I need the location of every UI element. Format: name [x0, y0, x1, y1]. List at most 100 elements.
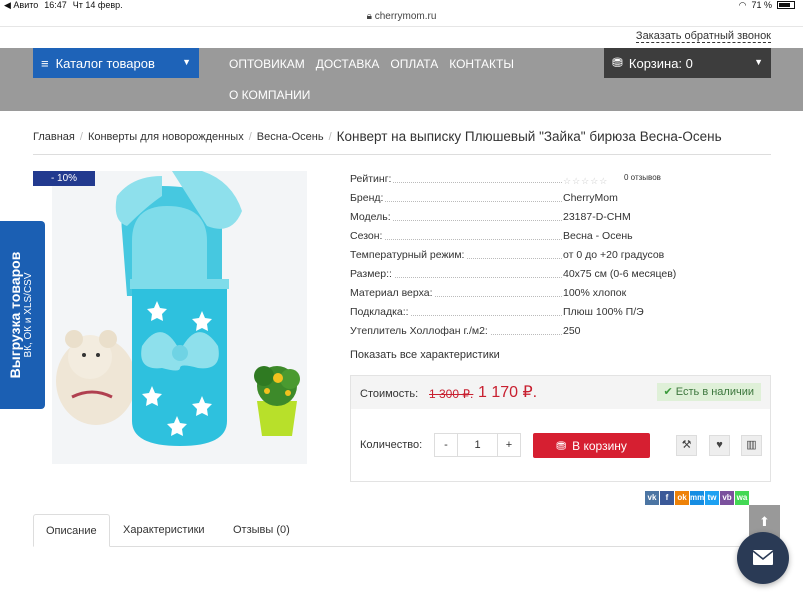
- back-to-app[interactable]: ◀ Авито: [4, 0, 38, 10]
- tab-reviews[interactable]: Отзывы (0): [221, 514, 302, 547]
- spec-key: Размер::: [350, 267, 394, 282]
- spec-list: Рейтинг: ☆☆☆☆☆ 0 отзывов Бренд: CherryMom…: [350, 172, 770, 343]
- product-illustration: [52, 171, 307, 464]
- vk-share-icon[interactable]: vk: [645, 491, 659, 505]
- spec-value: Плюш 100% П/Э: [563, 306, 644, 318]
- whatsapp-share-icon[interactable]: wa: [735, 491, 749, 505]
- arrow-up-icon: ⬆: [759, 514, 770, 529]
- callback-link[interactable]: Заказать обратный звонок: [635, 30, 771, 43]
- menu-icon: ≡: [41, 55, 49, 71]
- spec-key: Подкладка::: [350, 305, 411, 320]
- chevron-down-icon: ▼: [754, 57, 763, 67]
- spec-row: Бренд: CherryMom: [350, 191, 770, 210]
- spec-value: от 0 до +20 градусов: [563, 249, 665, 261]
- main-navbar: ≡ Каталог товаров ▼ ОПТОВИКАМ ДОСТАВКА О…: [0, 48, 803, 111]
- quantity-plus-button[interactable]: +: [498, 434, 520, 456]
- spec-row: Температурный режим: от 0 до +20 градусов: [350, 248, 770, 267]
- check-icon: ✔: [663, 386, 673, 398]
- spec-row: Подкладка:: Плюш 100% П/Э: [350, 305, 770, 324]
- buy-box: Стоимость: 1 300 ₽. 1 170 ₽. ✔ Есть в на…: [350, 375, 771, 482]
- tab-characteristics[interactable]: Характеристики: [111, 514, 217, 547]
- spec-key: Бренд:: [350, 191, 386, 206]
- spec-value: Весна - Осень: [563, 230, 633, 242]
- divider: [33, 154, 771, 155]
- breadcrumb-separator: /: [79, 130, 83, 143]
- status-date: Чт 14 февр.: [72, 0, 123, 10]
- page-title: Конверт на выписку Плюшевый "Зайка" бирю…: [336, 129, 722, 144]
- spec-key: Рейтинг:: [350, 172, 394, 187]
- cost-label: Стоимость:: [360, 388, 419, 400]
- export-subtitle: ВК, ОК и XLS/CSV: [23, 272, 34, 358]
- export-side-tab[interactable]: Выгрузка товаров ВК, ОК и XLS/CSV: [0, 221, 45, 409]
- nav-link-payment[interactable]: ОПЛАТА: [390, 57, 438, 71]
- chevron-down-icon: ▼: [182, 57, 191, 67]
- cart-label: Корзина: 0: [628, 55, 693, 71]
- quantity-label: Количество:: [360, 439, 423, 451]
- discount-badge: - 10%: [33, 171, 95, 186]
- quantity-minus-button[interactable]: -: [435, 434, 457, 456]
- nav-link-contacts[interactable]: КОНТАКТЫ: [449, 57, 514, 71]
- contact-mail-button[interactable]: [737, 532, 789, 584]
- price-bar: Стоимость: 1 300 ₽. 1 170 ₽. ✔ Есть в на…: [351, 376, 770, 409]
- odnoklassniki-share-icon[interactable]: ok: [675, 491, 689, 505]
- spec-value: 250: [563, 325, 581, 337]
- breadcrumb-subcategory[interactable]: Весна-Осень: [257, 131, 324, 143]
- address-bar[interactable]: 🔒︎ cherrymom.ru: [0, 11, 803, 22]
- viber-share-icon[interactable]: vb: [720, 491, 734, 505]
- spec-value: 23187-D-CHM: [563, 211, 631, 223]
- spec-key: Материал верха:: [350, 286, 435, 301]
- spec-row: Материал верха: 100% хлопок: [350, 286, 770, 305]
- spec-key: Температурный режим:: [350, 248, 467, 263]
- nav-link-wholesale[interactable]: ОПТОВИКАМ: [229, 57, 305, 71]
- wifi-icon: ◠: [738, 0, 747, 10]
- url-text: cherrymom.ru: [374, 11, 437, 22]
- breadcrumb: Главная / Конверты для новорожденных / Вес…: [33, 129, 722, 144]
- reviews-count[interactable]: 0 отзывов: [624, 170, 661, 185]
- nav-link-about[interactable]: О КОМПАНИИ: [229, 88, 310, 102]
- spec-value: 40x75 см (0-6 месяцев): [563, 268, 677, 280]
- catalog-button[interactable]: ≡ Каталог товаров ▼: [33, 48, 199, 78]
- add-to-cart-button[interactable]: ⛃ В корзину: [533, 433, 650, 458]
- status-bar: ◀ Авито 16:47 Чт 14 февр. ◠ 71 %: [0, 0, 803, 10]
- spec-value: 100% хлопок: [563, 287, 627, 299]
- spec-key: Сезон:: [350, 229, 385, 244]
- in-stock-badge: ✔ Есть в наличии: [656, 383, 761, 401]
- twitter-share-icon[interactable]: tw: [705, 491, 719, 505]
- spec-row: Модель: 23187-D-CHM: [350, 210, 770, 229]
- gavel-icon[interactable]: ⚒: [676, 435, 697, 456]
- add-to-cart-label: В корзину: [572, 438, 627, 453]
- battery-icon: [777, 1, 795, 9]
- spec-row-rating: Рейтинг: ☆☆☆☆☆ 0 отзывов: [350, 172, 770, 191]
- breadcrumb-home[interactable]: Главная: [33, 131, 75, 143]
- basket-icon: ⛃: [612, 55, 623, 70]
- basket-icon: ⛃: [556, 438, 567, 453]
- wishlist-heart-icon[interactable]: ♥: [709, 435, 730, 456]
- facebook-share-icon[interactable]: f: [660, 491, 674, 505]
- product-tabs: Описание Характеристики Отзывы (0): [33, 514, 771, 547]
- status-time: 16:47: [44, 0, 67, 10]
- divider: [0, 26, 803, 27]
- quantity-input[interactable]: 1: [457, 434, 498, 456]
- tab-description[interactable]: Описание: [33, 514, 110, 547]
- export-title: Выгрузка товаров: [7, 251, 23, 379]
- social-share-bar: vk f ok mm tw vb wa: [645, 491, 749, 505]
- mailru-share-icon[interactable]: mm: [690, 491, 704, 505]
- catalog-label: Каталог товаров: [55, 55, 155, 71]
- old-price: 1 300 ₽.: [429, 387, 474, 401]
- show-all-specs-link[interactable]: Показать все характеристики: [350, 349, 500, 361]
- brand-link[interactable]: CherryMom: [563, 191, 618, 206]
- compare-chart-icon[interactable]: ▥: [741, 435, 762, 456]
- breadcrumb-separator: /: [328, 130, 332, 143]
- nav-links: ОПТОВИКАМ ДОСТАВКА ОПЛАТА КОНТАКТЫ: [229, 57, 514, 71]
- lock-icon: 🔒︎: [366, 11, 372, 22]
- back-app-label: Авито: [13, 0, 39, 10]
- breadcrumb-category[interactable]: Конверты для новорожденных: [88, 131, 244, 143]
- spec-row: Размер:: 40x75 см (0-6 месяцев): [350, 267, 770, 286]
- product-image[interactable]: [52, 171, 307, 464]
- spec-row: Утеплитель Холлофан г./м2: 250: [350, 324, 770, 343]
- rating-stars[interactable]: ☆☆☆☆☆: [563, 174, 608, 189]
- in-stock-label: Есть в наличии: [675, 386, 754, 398]
- breadcrumb-separator: /: [248, 130, 252, 143]
- cart-button[interactable]: ⛃ Корзина: 0 ▼: [604, 48, 771, 78]
- nav-link-delivery[interactable]: ДОСТАВКА: [316, 57, 380, 71]
